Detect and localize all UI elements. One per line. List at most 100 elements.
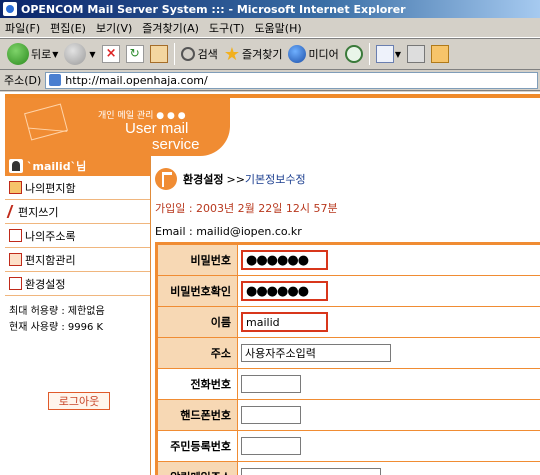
breadcrumb-separator: >> [226, 172, 245, 186]
join-date: 가입일 : 2003년 2월 22일 12시 57분 [155, 202, 338, 215]
sidebar-item-label: 환경설정 [25, 277, 66, 291]
sidebar-item-mailbox-manage[interactable]: 편지함관리 [5, 248, 150, 272]
sidebar-item-mailbox[interactable]: 나의편지함 [5, 176, 150, 200]
address-bar: 주소(D) http://mail.openhaja.com/ [0, 70, 540, 91]
addressbook-icon [9, 229, 22, 242]
favorites-button[interactable]: ★ 즐겨찾기 [221, 41, 286, 67]
refresh-button[interactable]: ↻ [123, 41, 147, 67]
menu-file[interactable]: 파일(F) [0, 20, 45, 36]
resident-id-field[interactable] [241, 437, 301, 455]
refresh-icon: ↻ [125, 45, 144, 63]
back-button[interactable]: 뒤로 ▼ [4, 41, 61, 67]
window-title: OPENCOM Mail Server System ::: - Microso… [21, 2, 406, 16]
stop-icon: × [101, 45, 120, 63]
name-label: 이름 [158, 307, 237, 337]
form-row-mobile: 핸드폰번호 [158, 400, 540, 430]
toolbar-separator [173, 43, 175, 65]
edit-button[interactable] [428, 41, 452, 67]
search-button[interactable]: 검색 [178, 41, 221, 67]
pencil-icon [6, 205, 18, 218]
password-label: 비밀번호 [158, 245, 237, 275]
forward-dropdown-icon[interactable]: ▼ [89, 50, 95, 59]
breadcrumb: 환경설정 >> 기본정보수정 [155, 166, 540, 192]
mail-dropdown-icon[interactable]: ▼ [395, 50, 401, 59]
back-icon [7, 43, 29, 65]
sidebar-item-label: 나의편지함 [25, 181, 76, 195]
user-icon [9, 159, 23, 173]
home-button[interactable] [147, 41, 171, 67]
history-icon [344, 45, 363, 63]
menu-view[interactable]: 보기(V) [91, 20, 137, 36]
favorites-label: 즐겨찾기 [241, 48, 283, 61]
logout-button[interactable]: 로그아웃 [48, 392, 110, 410]
media-label: 미디어 [308, 48, 339, 61]
profile-form: 비밀번호 ●●●●●● 비밀번호확인 ●●●●●● 이름 mailid 주소 사… [155, 242, 540, 475]
main-content: 환경설정 >> 기본정보수정 가입일 : 2003년 2월 22일 12시 57… [155, 166, 540, 475]
form-row-password-confirm: 비밀번호확인 ●●●●●● [158, 276, 540, 306]
edit-icon [430, 45, 449, 63]
back-dropdown-icon[interactable]: ▼ [52, 50, 58, 59]
settings-badge-icon [155, 168, 177, 190]
page-icon [49, 74, 62, 86]
menu-tools[interactable]: 도구(T) [204, 20, 250, 36]
mobile-label: 핸드폰번호 [158, 400, 237, 430]
search-label: 검색 [197, 48, 218, 61]
stop-button[interactable]: × [99, 41, 123, 67]
sidebar-item-settings[interactable]: 환경설정 [5, 272, 150, 296]
menu-edit[interactable]: 편집(E) [45, 20, 91, 36]
history-button[interactable] [342, 41, 366, 67]
home-icon [149, 45, 168, 63]
form-row-name: 이름 mailid [158, 307, 540, 337]
resident-id-label: 주민등록번호 [158, 431, 237, 461]
service-banner: 개인 메일 관리 ● ● ● User mail service [5, 98, 230, 156]
mailbox-icon [9, 181, 22, 194]
toolbar: 뒤로 ▼ ▼ × ↻ 검색 ★ 즐겨찾기 미디어 ▼ [0, 38, 540, 70]
mobile-field[interactable] [241, 406, 301, 424]
quota-info: 최대 허용량 : 제한없음 현재 사용량 : 9996 K [5, 296, 150, 336]
sidebar-item-label: 편지함관리 [25, 253, 76, 267]
name-field[interactable]: mailid [241, 312, 328, 332]
account-email: Email : mailid@iopen.co.kr [155, 225, 302, 238]
password-confirm-label: 비밀번호확인 [158, 276, 237, 306]
folder-manage-icon [9, 253, 22, 266]
forward-button[interactable]: ▼ [61, 41, 98, 67]
address-url: http://mail.openhaja.com/ [65, 73, 208, 87]
favorites-star-icon: ★ [223, 43, 240, 65]
phone-label: 전화번호 [158, 369, 237, 399]
quota-max: 최대 허용량 : 제한없음 [9, 306, 105, 317]
settings-icon [9, 277, 22, 290]
breadcrumb-main: 환경설정 [183, 173, 224, 186]
form-row-phone: 전화번호 [158, 369, 540, 399]
sidebar-item-compose[interactable]: 편지쓰기 [5, 200, 150, 224]
notify-email-label: 알림메일주소 [158, 462, 237, 475]
address-input[interactable]: http://mail.openhaja.com/ [45, 71, 538, 89]
sidebar: `mailid`님 나의편지함 편지쓰기 나의주소록 편지함관리 환경설정 최대… [5, 156, 151, 475]
media-icon [288, 45, 307, 63]
password-field[interactable]: ●●●●●● [241, 250, 328, 270]
address-label: 주소(D) [4, 74, 42, 87]
toolbar-separator-2 [368, 43, 370, 65]
form-row-resident-id: 주민등록번호 [158, 431, 540, 461]
media-button[interactable]: 미디어 [285, 41, 341, 67]
ie-app-icon [3, 2, 17, 16]
back-label: 뒤로 [31, 48, 52, 61]
window-titlebar: OPENCOM Mail Server System ::: - Microso… [0, 0, 540, 18]
postal-address-field[interactable]: 사용자주소입력 [241, 344, 391, 362]
forward-icon [64, 43, 87, 65]
menu-help[interactable]: 도움말(H) [249, 20, 306, 36]
sidebar-item-addressbook[interactable]: 나의주소록 [5, 224, 150, 248]
phone-field[interactable] [241, 375, 301, 393]
notify-email-field[interactable] [241, 468, 381, 475]
form-row-notify-email: 알림메일주소 [158, 462, 540, 475]
mail-button[interactable]: ▼ [373, 41, 404, 67]
envelope-icon [24, 103, 68, 141]
menubar: 파일(F) 편집(E) 보기(V) 즐겨찾기(A) 도구(T) 도움말(H) [0, 18, 540, 38]
menu-favorites[interactable]: 즐겨찾기(A) [137, 20, 204, 36]
breadcrumb-sub[interactable]: 기본정보수정 [245, 171, 306, 187]
address-field-label: 주소 [158, 338, 237, 368]
sidebar-item-label: 편지쓰기 [18, 205, 59, 219]
password-confirm-field[interactable]: ●●●●●● [241, 281, 328, 301]
print-button[interactable] [404, 41, 428, 67]
print-icon [406, 45, 425, 63]
page-viewport: 개인 메일 관리 ● ● ● User mail service `mailid… [0, 92, 540, 475]
